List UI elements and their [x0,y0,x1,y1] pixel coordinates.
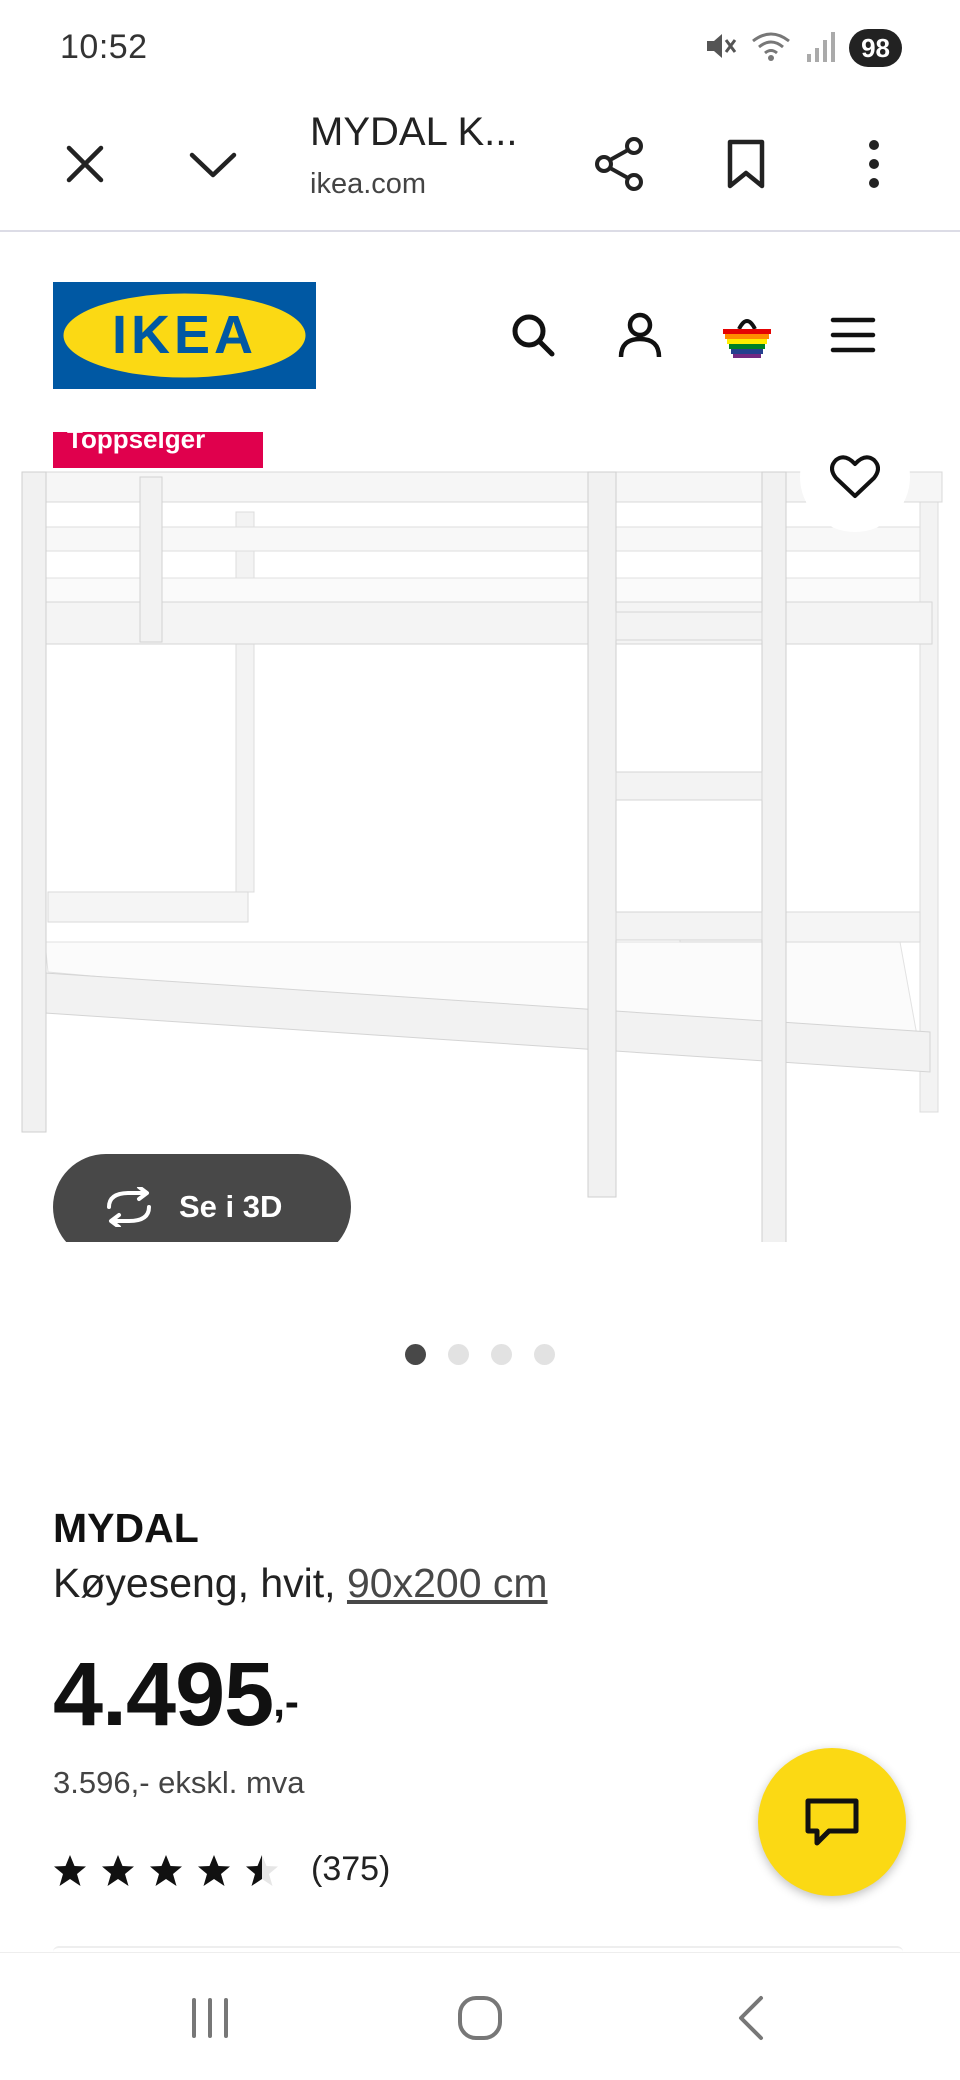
menu-icon[interactable] [818,300,888,370]
status-bar: 10:52 98 [0,0,960,96]
view-in-3d-button[interactable]: Se i 3D [53,1154,351,1242]
price-suffix: ,- [273,1678,299,1725]
share-icon[interactable] [579,124,659,204]
ikea-logo[interactable]: IKEA [53,282,316,389]
carousel-dot[interactable] [534,1344,555,1365]
rating-stars [54,1854,278,1886]
product-description-text: Køyeseng, hvit, [53,1560,336,1606]
search-icon[interactable] [498,300,568,370]
system-nav-bar [0,1952,960,2080]
product-price: 4.495 ,- [53,1650,299,1740]
bookmark-icon[interactable] [706,124,786,204]
star-icon [54,1854,86,1886]
view-in-3d-label: Se i 3D [179,1189,283,1224]
product-size-link[interactable]: 90x200 cm [347,1560,548,1606]
price-value: 4.495 [53,1645,274,1745]
cart-icon[interactable] [712,300,782,370]
rotate-3d-icon [107,1187,151,1227]
chat-button[interactable] [758,1748,906,1896]
recents-icon[interactable] [165,1983,255,2053]
review-count: (375) [311,1850,391,1888]
browser-tab-bar: MYDAL K... ikea.com [0,96,960,232]
chevron-down-icon[interactable] [173,124,253,204]
close-icon[interactable] [45,124,125,204]
star-icon [198,1854,230,1886]
back-icon[interactable] [705,1983,795,2053]
product-image[interactable]: Toppselger Se i 3D [0,432,960,1242]
heart-icon [830,455,880,498]
carousel-dots [405,1344,555,1365]
page-title: MYDAL K... [310,110,518,154]
product-rating[interactable]: (375) [53,1850,390,1889]
battery-indicator: 98 [849,29,902,67]
bestseller-badge: Toppselger [53,432,263,468]
more-vert-icon[interactable] [834,124,914,204]
signal-icon [805,30,836,67]
ikea-logo-text: IKEA [112,305,257,365]
wifi-icon [751,29,791,68]
status-icons: 98 [703,28,902,68]
account-icon[interactable] [605,300,675,370]
carousel-dot[interactable] [405,1344,426,1365]
half-star-icon [246,1854,278,1886]
product-name: MYDAL [53,1505,199,1551]
page-url: ikea.com [310,168,427,200]
product-description: Køyeseng, hvit, 90x200 cm [53,1560,548,1607]
status-time: 10:52 [60,28,148,66]
chat-icon [805,1798,859,1846]
star-icon [150,1854,182,1886]
mute-icon [703,29,737,68]
price-excl-vat: 3.596,- ekskl. mva [53,1765,305,1800]
home-icon[interactable] [435,1983,525,2053]
site-header: IKEA [0,232,960,432]
carousel-dot[interactable] [448,1344,469,1365]
star-icon [102,1854,134,1886]
bunk-bed-illustration [0,432,960,1242]
carousel-dot[interactable] [491,1344,512,1365]
